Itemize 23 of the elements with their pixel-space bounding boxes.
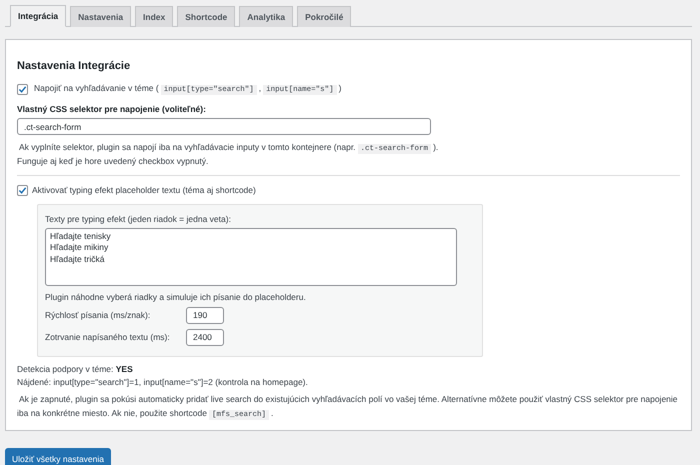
checkbox[interactable] — [17, 84, 28, 94]
settings-tab[interactable]: Integrácia — [10, 5, 66, 27]
css-selector-field[interactable]: .ct-search-form — [17, 118, 431, 135]
settings-tab[interactable]: Pokročilé — [297, 6, 352, 27]
found-text: Nájdené: input[type="search"]=1, input[name="s"]=2 (kontrola na homepage). — [17, 376, 309, 389]
help-text: Plugin náhodne vyberá riadky a simuluje ich písanie do placeholderu. — [45, 292, 307, 302]
settings-tab[interactable]: Analytika — [239, 6, 294, 27]
checkbox[interactable] — [17, 184, 28, 196]
settings-tab[interactable]: Shortcode — [177, 6, 236, 27]
settings-tab[interactable]: Nastavenia — [70, 6, 132, 27]
typing-texts-field[interactable]: Hľadajte tenisky Hľadajte mikiny Hľadajte tričká — [45, 228, 457, 286]
section-title: Nastavenia Integrácie — [17, 60, 132, 72]
field-label: Vlastný CSS selektor pre napojenie (voliteľné): — [17, 104, 207, 114]
detection-value: YES — [116, 364, 133, 374]
number-field[interactable]: 2400 — [186, 328, 224, 346]
settings-tab[interactable]: Index — [135, 6, 174, 27]
number-field[interactable]: 190 — [186, 306, 224, 324]
field-label: Rýchlosť písania (ms/znak): — [45, 310, 152, 320]
save-button[interactable]: Uložiť všetky nastavenia — [5, 448, 112, 465]
detection-label: Detekcia podpory v téme: — [17, 364, 114, 374]
checkbox-label: Aktivovať typing efekt placeholder textu (téma aj shortcode) — [32, 185, 256, 196]
field-label: Texty pre typing efekt (jeden riadok = jedna veta): — [45, 214, 232, 224]
field-label: Zotrvanie napísaného textu (ms): — [45, 332, 171, 342]
